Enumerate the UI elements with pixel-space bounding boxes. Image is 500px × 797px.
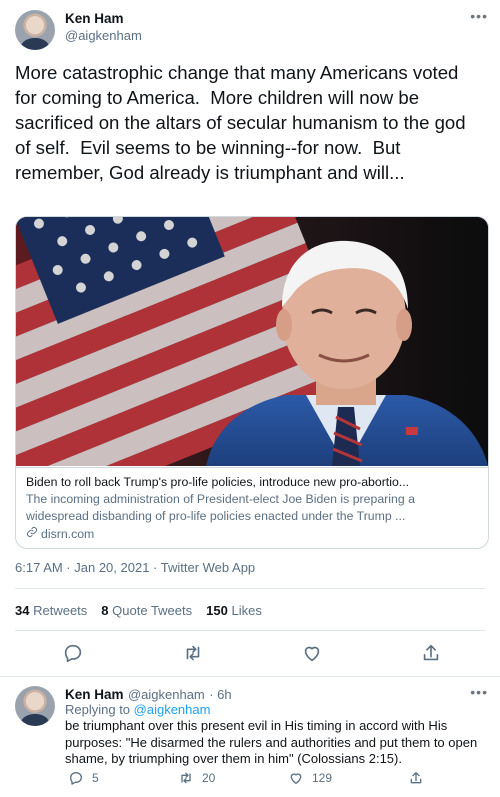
share-icon: [410, 772, 422, 784]
link-card[interactable]: Biden to roll back Trump's pro-life poli…: [15, 216, 489, 549]
reply-share-button[interactable]: [408, 770, 424, 786]
replying-handle-link[interactable]: @aigkenham: [134, 702, 211, 717]
like-icon[interactable]: [301, 642, 323, 664]
likes-label: Likes: [231, 603, 262, 618]
reply-icon[interactable]: [62, 642, 84, 664]
reply-like-button[interactable]: 129: [288, 770, 332, 786]
engagement-stats: 34 Retweets 8 Quote Tweets 150 Likes: [15, 603, 262, 618]
tweet-text: More catastrophic change that many Ameri…: [15, 62, 471, 183]
divider: [15, 588, 485, 589]
card-description: The incoming administration of President…: [26, 492, 415, 523]
reply-text: be triumphant over this present evil in …: [65, 718, 478, 766]
reply-retweet-count: 20: [202, 771, 216, 785]
action-bar: [0, 640, 500, 666]
retweets-count: 34: [15, 603, 30, 618]
retweet-icon: [181, 772, 191, 784]
author-info: Ken Ham @aigkenham: [65, 11, 142, 43]
card-image: [16, 217, 488, 466]
retweet-icon[interactable]: [182, 642, 204, 664]
reply-more-icon[interactable]: •••: [470, 684, 488, 700]
quote-label: Quote Tweets: [112, 603, 193, 618]
retweets-stat[interactable]: 34 Retweets: [15, 603, 87, 618]
avatar[interactable]: [15, 10, 55, 50]
reply-action-bar: 5 20 129: [0, 770, 500, 790]
card-domain-text: disrn.com: [41, 527, 95, 541]
tweet-timestamp[interactable]: 6:17 AM · Jan 20, 2021 · Twitter Web App: [15, 560, 255, 575]
more-icon[interactable]: •••: [470, 8, 488, 24]
replying-prefix: Replying to: [65, 702, 134, 717]
like-icon: [290, 773, 302, 784]
author-name[interactable]: Ken Ham: [65, 11, 142, 26]
reply-icon: [70, 772, 82, 785]
reply-author-handle[interactable]: @aigkenham: [128, 687, 205, 702]
reply-author-name[interactable]: Ken Ham: [65, 687, 124, 702]
quote-tweets-stat[interactable]: 8 Quote Tweets: [101, 603, 192, 618]
card-domain: disrn.com: [26, 525, 478, 543]
card-body: Biden to roll back Trump's pro-life poli…: [16, 467, 488, 543]
reply-reply-count: 5: [92, 771, 99, 785]
reply-reply-button[interactable]: 5: [68, 770, 99, 786]
retweets-label: Retweets: [33, 603, 88, 618]
author-handle[interactable]: @aigkenham: [65, 28, 142, 43]
share-icon[interactable]: [420, 642, 442, 664]
replying-to: Replying to @aigkenham: [65, 702, 210, 717]
likes-stat[interactable]: 150 Likes: [206, 603, 262, 618]
link-icon: [26, 525, 38, 543]
reply-retweet-button[interactable]: 20: [178, 770, 215, 786]
likes-count: 150: [206, 603, 228, 618]
card-title[interactable]: Biden to roll back Trump's pro-life poli…: [26, 474, 478, 491]
quote-count: 8: [101, 603, 109, 618]
divider: [15, 630, 485, 631]
reply-like-count: 129: [312, 771, 333, 785]
reply-avatar[interactable]: [15, 686, 55, 726]
divider: [0, 676, 500, 677]
reply-time[interactable]: · 6h: [209, 687, 231, 702]
